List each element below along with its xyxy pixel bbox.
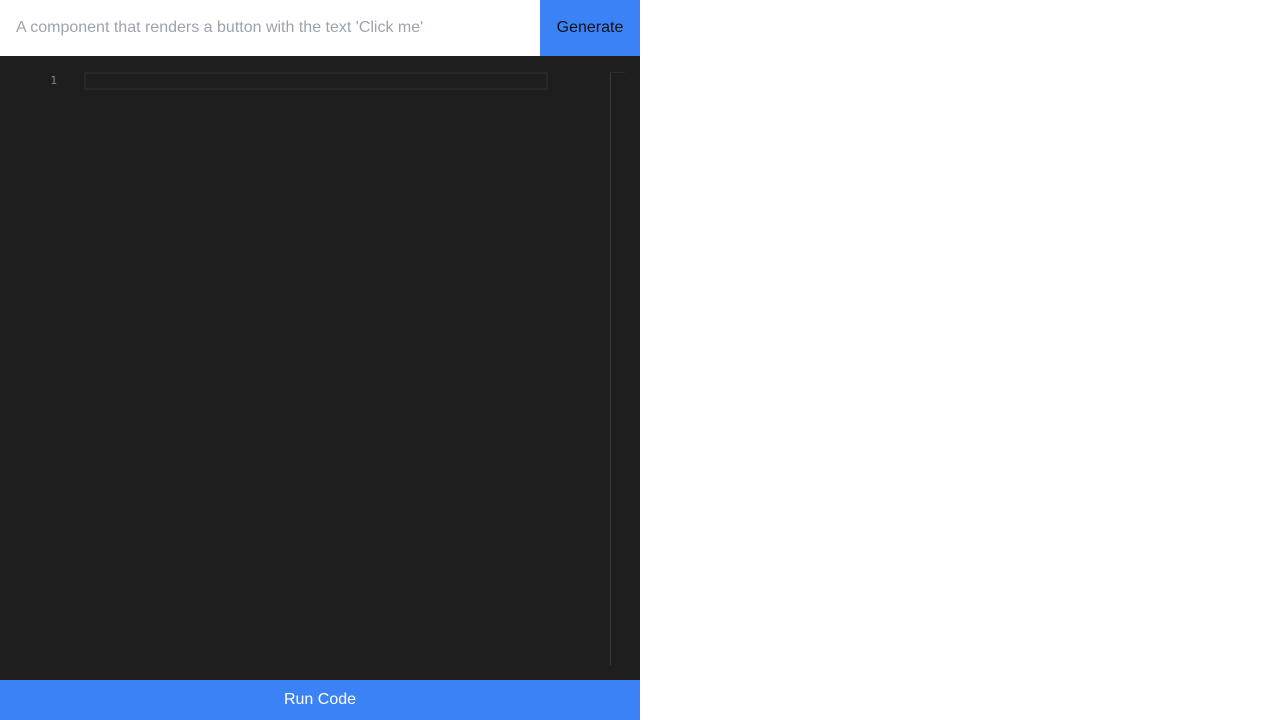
editor-pane: Generate 1 Run Code	[0, 0, 640, 720]
prompt-input[interactable]	[0, 0, 540, 56]
line-number: 1	[50, 74, 57, 87]
app-root: Generate 1 Run Code	[0, 0, 1280, 720]
generate-button[interactable]: Generate	[540, 0, 640, 56]
line-number-gutter: 1	[0, 72, 64, 90]
run-code-button[interactable]: Run Code	[0, 680, 640, 720]
preview-pane	[640, 0, 1280, 720]
prompt-bar: Generate	[0, 0, 640, 56]
code-editor[interactable]: 1	[0, 56, 640, 680]
code-line-current[interactable]	[84, 72, 548, 90]
editor-minimap-scrollbar[interactable]	[610, 72, 625, 665]
